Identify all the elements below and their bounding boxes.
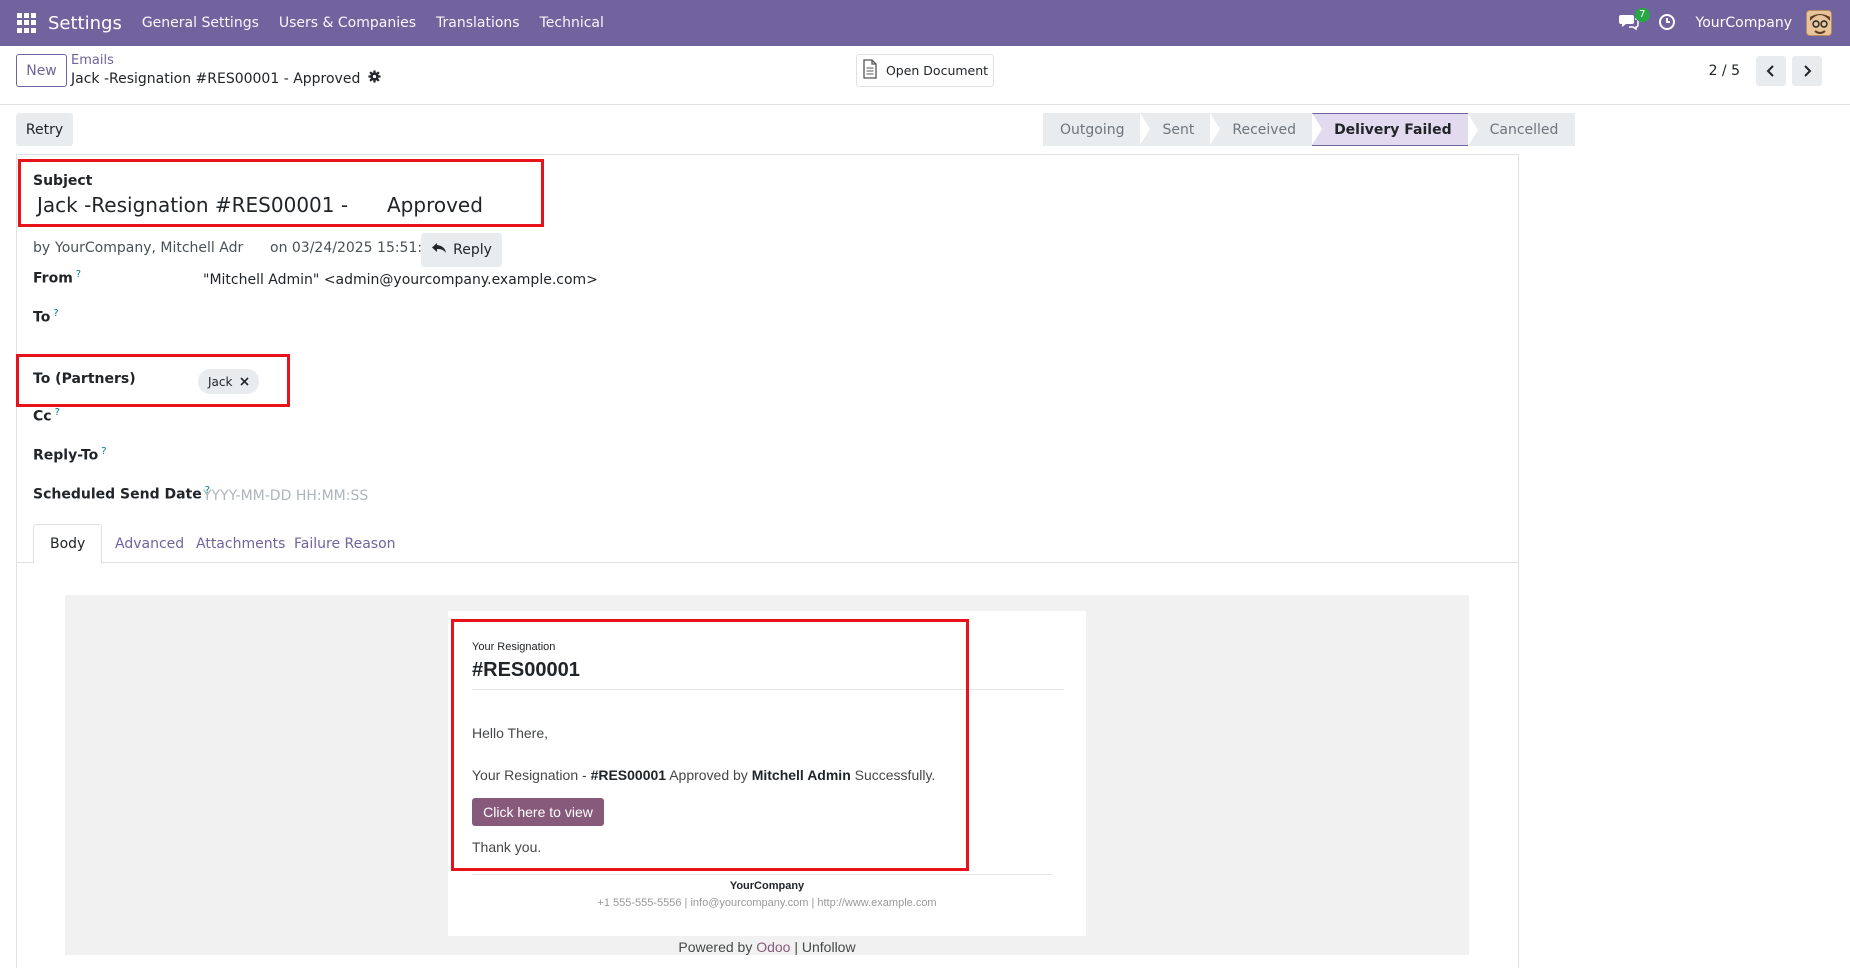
app-title[interactable]: Settings (48, 13, 122, 34)
author-prefix: by (33, 240, 51, 256)
main-menu: General Settings Users & Companies Trans… (142, 15, 604, 31)
pager-previous-button[interactable] (1756, 56, 1786, 86)
company-switcher[interactable]: YourCompany (1696, 15, 1793, 31)
subject-label: Subject (33, 173, 93, 189)
pager-next-button[interactable] (1792, 56, 1822, 86)
subject-value-start[interactable]: Jack -Resignation #RES00001 - (37, 193, 348, 217)
email-footer-contact: +1 555-555-5556 | info@yourcompany.com |… (597, 897, 937, 909)
messaging-icon[interactable]: 7 (1618, 8, 1650, 36)
menu-technical[interactable]: Technical (540, 15, 604, 31)
reply-label: Reply (453, 242, 492, 258)
open-document-button[interactable]: Open Document (856, 54, 994, 87)
stage-sent[interactable]: Sent (1140, 113, 1221, 146)
odoo-link[interactable]: Odoo (756, 939, 790, 955)
help-icon[interactable]: ? (53, 308, 58, 319)
document-icon (862, 59, 878, 82)
stage-received[interactable]: Received (1210, 113, 1323, 146)
help-icon[interactable]: ? (101, 446, 106, 457)
powered-by-footer: Powered by Odoo | Unfollow (678, 939, 856, 955)
to-label: To? (33, 308, 59, 326)
email-footer-divider (472, 874, 1052, 875)
breadcrumb-parent[interactable]: Emails (71, 53, 114, 68)
partner-tag: Jack (198, 369, 260, 394)
reply-icon (431, 242, 447, 258)
subject-value-end[interactable]: Approved (387, 193, 483, 217)
scheduled-send-input[interactable]: YYYY-MM-DD HH:MM:SS (203, 488, 368, 504)
stage-delivery-failed[interactable]: Delivery Failed (1312, 113, 1478, 146)
pager-value[interactable]: 2 / 5 (1709, 63, 1740, 79)
close-icon[interactable] (240, 375, 250, 389)
notebook-tabs: Body Advanced Attachments Failure Reason (16, 524, 1519, 564)
menu-translations[interactable]: Translations (436, 15, 520, 31)
status-bar: Outgoing Sent Received Delivery Failed C… (1043, 113, 1576, 146)
user-avatar[interactable] (1806, 10, 1832, 36)
navbar-systray: 7 YourCompany (1618, 0, 1832, 46)
stage-outgoing[interactable]: Outgoing (1043, 113, 1151, 146)
control-panel: New Emails Jack -Resignation #RES00001 -… (0, 46, 1850, 105)
activity-clock-icon[interactable] (1658, 13, 1678, 33)
scheduled-send-label: Scheduled Send Date? (33, 485, 211, 503)
reply-button[interactable]: Reply (421, 233, 502, 267)
chat-count-badge: 7 (1635, 8, 1650, 22)
partner-tag-label: Jack (208, 374, 233, 389)
to-partners-label: To (Partners) (33, 371, 136, 387)
record-title: Jack -Resignation #RES00001 - Approved (71, 70, 361, 87)
chevron-left-icon (1766, 65, 1774, 77)
reply-to-label: Reply-To? (33, 446, 107, 464)
menu-general-settings[interactable]: General Settings (142, 15, 259, 31)
breadcrumb-current: Jack -Resignation #RES00001 - Approved (71, 70, 381, 87)
apps-grid-icon[interactable] (17, 13, 37, 33)
unfollow-link[interactable]: Unfollow (802, 939, 856, 955)
email-footer-company: YourCompany (729, 880, 805, 892)
cc-label: Cc? (33, 407, 60, 425)
tab-body[interactable]: Body (33, 524, 103, 564)
menu-users-companies[interactable]: Users & Companies (279, 15, 416, 31)
new-button[interactable]: New (16, 54, 67, 87)
help-icon[interactable]: ? (55, 407, 60, 418)
top-navbar: Settings General Settings Users & Compan… (0, 0, 1850, 46)
highlight-email-body (451, 619, 969, 871)
author-value[interactable]: YourCompany, Mitchell Adr (55, 240, 243, 256)
stage-cancelled[interactable]: Cancelled (1467, 113, 1576, 146)
from-label: From? (33, 269, 82, 287)
gear-icon[interactable] (368, 70, 381, 87)
help-icon[interactable]: ? (76, 269, 81, 280)
date-value: on 03/24/2025 15:51:24 (270, 240, 440, 256)
chevron-right-icon (1804, 65, 1812, 77)
tab-failure-reason[interactable]: Failure Reason (278, 524, 412, 564)
from-value[interactable]: "Mitchell Admin" <admin@yourcompany.exam… (203, 272, 598, 288)
open-document-label: Open Document (885, 63, 989, 78)
pager: 2 / 5 (1709, 56, 1822, 86)
retry-button[interactable]: Retry (16, 113, 73, 146)
